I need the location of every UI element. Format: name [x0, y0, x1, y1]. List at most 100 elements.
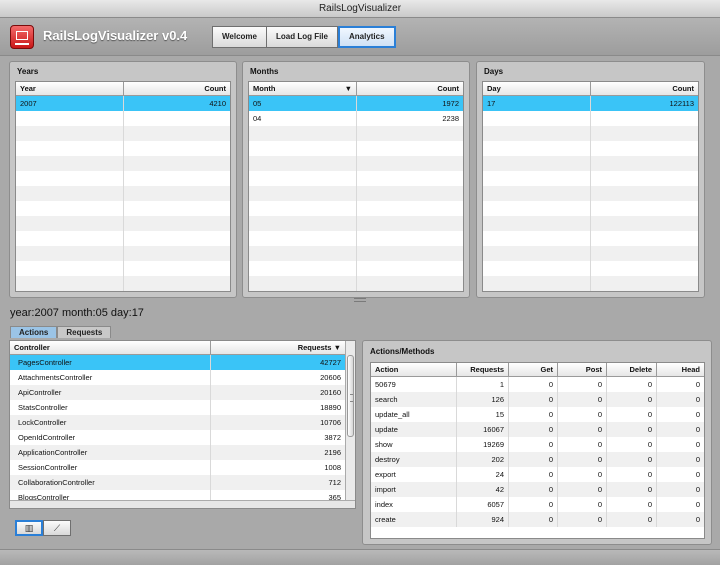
post-cell: 0: [558, 422, 607, 437]
day-cell: 17: [483, 96, 591, 111]
requests-cell: 1008: [324, 463, 341, 472]
days-title: Days: [484, 67, 504, 76]
month-cell: 05: [249, 96, 357, 111]
empty-row: [483, 246, 698, 261]
days-table[interactable]: Day Count 17 122113: [482, 81, 699, 292]
table-row[interactable]: AttachmentsController 20606: [10, 370, 345, 385]
empty-row: [249, 216, 463, 231]
table-row[interactable]: 50679 1 0 0 0 0: [371, 377, 704, 392]
get-cell: 0: [509, 422, 558, 437]
analytics-button[interactable]: Analytics: [337, 26, 396, 48]
post-cell: 0: [558, 482, 607, 497]
post-cell: 0: [558, 407, 607, 422]
vertical-scrollbar[interactable]: [345, 341, 355, 508]
horizontal-scrollbar[interactable]: [10, 500, 355, 508]
table-row[interactable]: ApplicationController 2196: [10, 445, 345, 460]
empty-row: [483, 156, 698, 171]
table-row[interactable]: 17 122113: [483, 96, 698, 111]
sort-descending-icon: ▼: [344, 84, 352, 93]
requests-cell: 24: [457, 467, 509, 482]
empty-row: [249, 171, 463, 186]
requests-cell: 126: [457, 392, 509, 407]
load-log-file-button[interactable]: Load Log File: [266, 26, 338, 48]
action-cell: show: [371, 437, 457, 452]
table-view-icon[interactable]: ▥: [15, 520, 43, 536]
months-title: Months: [250, 67, 279, 76]
table-row[interactable]: show 19269 0 0 0 0: [371, 437, 704, 452]
table-row[interactable]: PagesController 42727: [10, 355, 345, 370]
delete-cell: 0: [607, 482, 657, 497]
get-cell: 0: [509, 497, 558, 512]
count-column-header[interactable]: Count: [357, 82, 463, 95]
action-cell: index: [371, 497, 457, 512]
count-cell: 2238: [442, 114, 459, 123]
table-row[interactable]: ApiController 20160: [10, 385, 345, 400]
controller-cell: SessionController: [10, 460, 211, 475]
requests-cell: 2196: [324, 448, 341, 457]
controller-cell: LockController: [10, 415, 211, 430]
actions-table[interactable]: Action Requests Get Post Delete Head 506…: [370, 362, 705, 539]
app-title: RailsLogVisualizer v0.4: [43, 28, 188, 43]
get-cell: 0: [509, 452, 558, 467]
table-row[interactable]: 2007 4210: [16, 96, 230, 111]
head-cell: 0: [695, 455, 700, 464]
empty-row: [483, 261, 698, 276]
controllers-body: PagesController 42727 AttachmentsControl…: [10, 355, 345, 505]
tab-actions[interactable]: Actions: [10, 326, 58, 338]
table-row[interactable]: StatsController 18890: [10, 400, 345, 415]
get-cell: 0: [509, 482, 558, 497]
head-column-header[interactable]: Head: [657, 363, 704, 376]
delete-cell: 0: [607, 377, 657, 392]
table-row[interactable]: import 42 0 0 0 0: [371, 482, 704, 497]
years-table[interactable]: Year Count 2007 4210: [15, 81, 231, 292]
table-row[interactable]: CollaborationController 712: [10, 475, 345, 490]
chart-view-icon[interactable]: ⟋: [43, 520, 71, 536]
empty-row: [249, 156, 463, 171]
table-row[interactable]: index 6057 0 0 0 0: [371, 497, 704, 512]
days-table-header: Day Count: [483, 82, 698, 96]
year-column-header[interactable]: Year: [16, 82, 124, 95]
table-row[interactable]: update_all 15 0 0 0 0: [371, 407, 704, 422]
delete-column-header[interactable]: Delete: [607, 363, 657, 376]
day-column-header[interactable]: Day: [483, 82, 591, 95]
table-row[interactable]: LockController 10706: [10, 415, 345, 430]
table-row[interactable]: SessionController 1008: [10, 460, 345, 475]
tab-requests[interactable]: Requests: [57, 326, 112, 338]
table-row[interactable]: 05 1972: [249, 96, 463, 111]
empty-row: [483, 231, 698, 246]
table-row[interactable]: search 126 0 0 0 0: [371, 392, 704, 407]
delete-cell: 0: [607, 392, 657, 407]
count-column-header[interactable]: Count: [591, 82, 698, 95]
get-cell: 0: [509, 407, 558, 422]
table-row[interactable]: update 16067 0 0 0 0: [371, 422, 704, 437]
welcome-button[interactable]: Welcome: [212, 26, 267, 48]
table-row[interactable]: create 924 0 0 0 0: [371, 512, 704, 527]
requests-column-header[interactable]: Requests ▼: [211, 341, 345, 354]
requests-cell: 42727: [320, 358, 341, 367]
month-cell: 04: [249, 111, 357, 126]
table-row[interactable]: OpenIdController 3872: [10, 430, 345, 445]
delete-cell: 0: [607, 437, 657, 452]
controller-column-header[interactable]: Controller: [10, 341, 211, 354]
empty-row: [249, 261, 463, 276]
scrollbar-thumb[interactable]: [347, 355, 354, 437]
toolbar: RailsLogVisualizer v0.4 Welcome Load Log…: [0, 18, 720, 56]
table-row[interactable]: destroy 202 0 0 0 0: [371, 452, 704, 467]
months-table[interactable]: Month ▼ Count 05 1972 04 2238: [248, 81, 464, 292]
post-column-header[interactable]: Post: [558, 363, 607, 376]
month-column-header[interactable]: Month ▼: [249, 82, 357, 95]
count-column-header[interactable]: Count: [124, 82, 230, 95]
requests-column-header[interactable]: Requests: [457, 363, 509, 376]
head-cell: 0: [695, 380, 700, 389]
action-column-header[interactable]: Action: [371, 363, 457, 376]
table-row[interactable]: 04 2238: [249, 111, 463, 126]
controller-cell: StatsController: [10, 400, 211, 415]
controllers-table[interactable]: Controller Requests ▼ PagesController 42…: [9, 340, 356, 509]
post-cell: 0: [558, 467, 607, 482]
get-column-header[interactable]: Get: [509, 363, 558, 376]
actions-methods-panel: Actions/Methods Action Requests Get Post…: [362, 340, 712, 545]
splitter-handle[interactable]: [354, 298, 366, 302]
empty-row: [16, 261, 230, 276]
table-row[interactable]: export 24 0 0 0 0: [371, 467, 704, 482]
delete-cell: 0: [607, 407, 657, 422]
